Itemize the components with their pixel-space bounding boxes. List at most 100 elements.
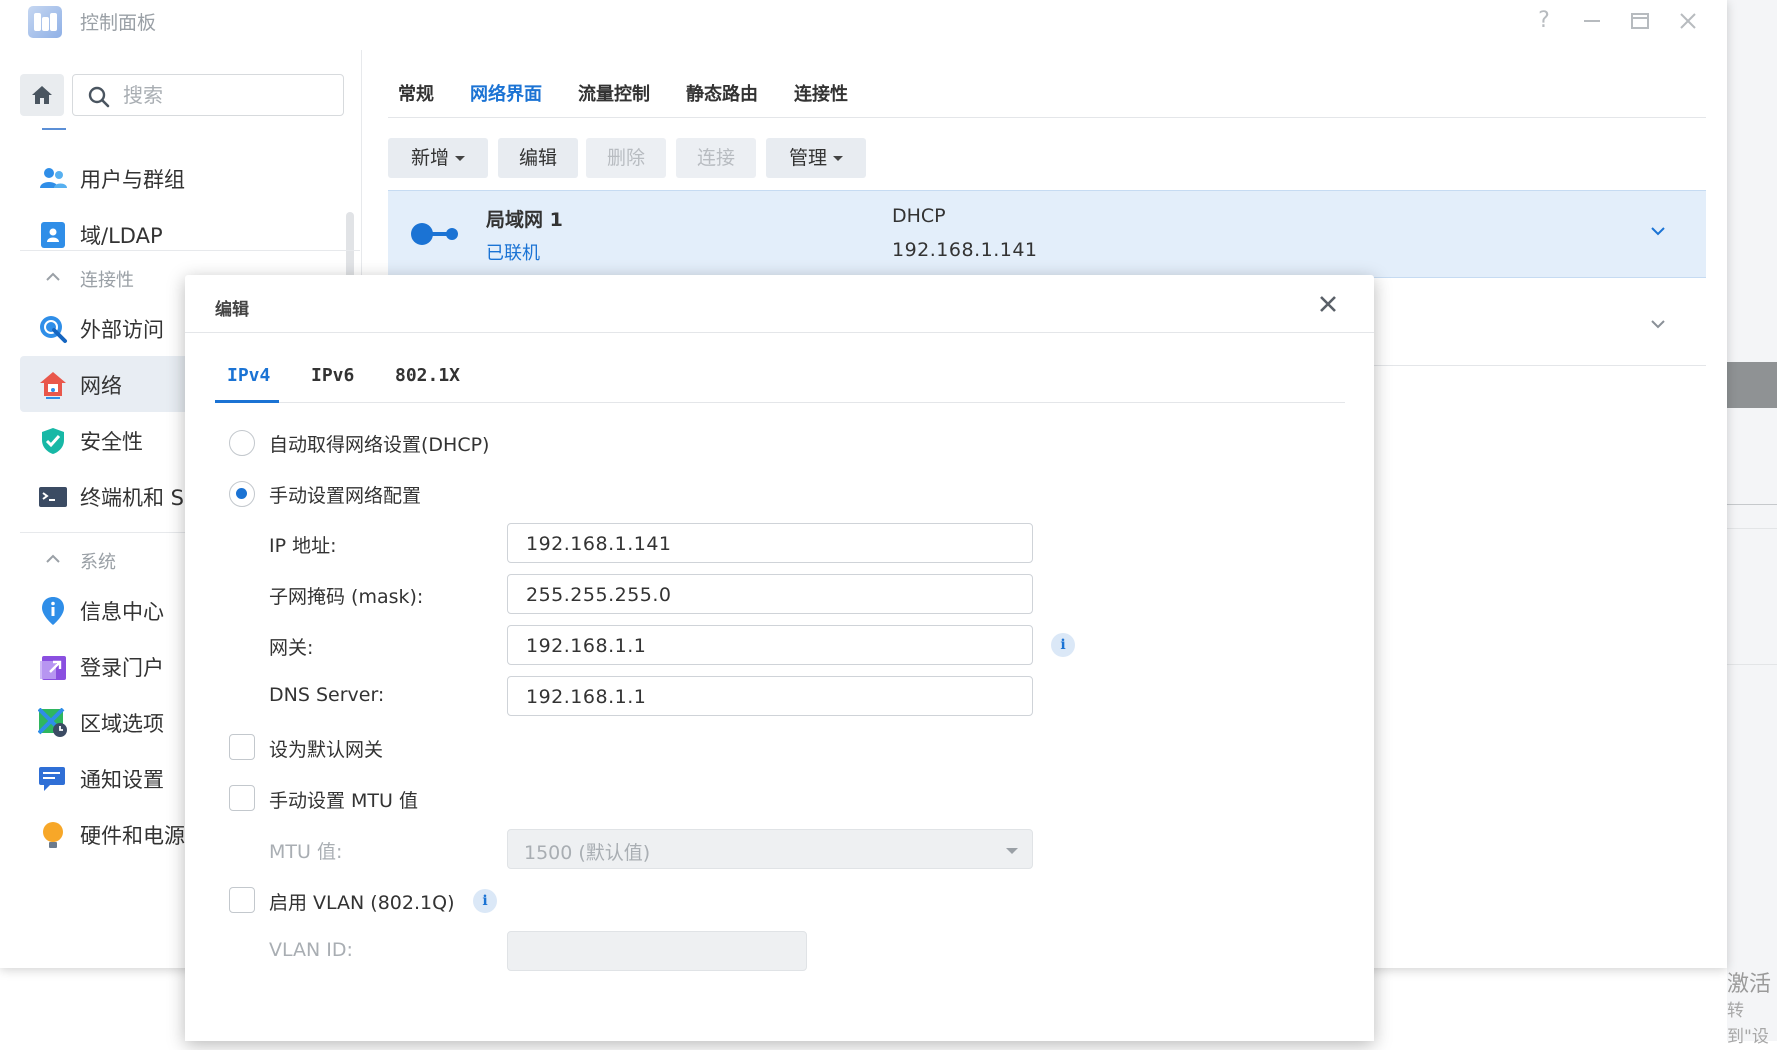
manual-mtu-label: 手动设置 MTU 值	[269, 790, 418, 812]
scroll-hint	[42, 128, 66, 130]
manage-button[interactable]: 管理	[766, 138, 866, 178]
control-panel-app-icon	[28, 6, 62, 38]
default-gateway-label: 设为默认网关	[269, 739, 384, 761]
add-button[interactable]: 新增	[388, 138, 488, 178]
dns-server-input[interactable]	[524, 683, 1014, 711]
dropdown-arrow-icon	[1006, 848, 1018, 854]
login-portal-icon	[40, 656, 66, 680]
tab-8021x[interactable]: 802.1X	[395, 365, 460, 386]
desktop-background	[1727, 0, 1777, 1041]
chevron-down-icon[interactable]	[1648, 221, 1668, 241]
manual-mtu-checkbox[interactable]	[229, 785, 255, 811]
subnet-mask-input[interactable]	[524, 581, 1014, 609]
watermark-line1: 激活	[1727, 972, 1772, 997]
vlan-label: 启用 VLAN (802.1Q)	[269, 892, 455, 914]
background-divider	[1727, 504, 1777, 505]
maximize-icon[interactable]	[1623, 6, 1657, 36]
subnet-mask-label: 子网掩码 (mask):	[269, 586, 424, 608]
manual-config-label: 手动设置网络配置	[269, 485, 422, 507]
info-pin-icon	[42, 597, 64, 625]
sidebar-divider	[20, 250, 360, 251]
home-button[interactable]	[20, 74, 64, 116]
ip-address-input[interactable]	[524, 530, 1014, 558]
background-divider	[1727, 528, 1777, 529]
sidebar-item-domain-ldap[interactable]: 域/LDAP	[20, 206, 361, 262]
mtu-select[interactable]: 1500 (默认值)	[507, 829, 1033, 869]
main-tabs: 常规 网络界面 流量控制 静态路由 连接性	[388, 72, 1706, 118]
sidebar-item-label: 登录门户	[80, 656, 164, 680]
tab-traffic-control[interactable]: 流量控制	[578, 80, 650, 106]
tab-static-route[interactable]: 静态路由	[686, 80, 758, 106]
mtu-selected-value: 1500 (默认值)	[524, 842, 651, 864]
tab-connectivity[interactable]: 连接性	[794, 80, 848, 106]
chevron-up-icon	[46, 554, 60, 563]
connect-button[interactable]: 连接	[676, 138, 756, 178]
minimize-icon[interactable]	[1575, 6, 1609, 36]
dns-server-field[interactable]	[507, 676, 1033, 716]
ip-address-field[interactable]	[507, 523, 1033, 563]
gateway-input[interactable]	[524, 632, 1014, 660]
sidebar-item-label: 硬件和电源	[80, 824, 185, 848]
dhcp-option-label: 自动取得网络设置(DHCP)	[269, 434, 490, 456]
dhcp-radio[interactable]	[229, 430, 255, 456]
dialog-tabs: IPv4 IPv6 802.1X	[215, 355, 1345, 403]
vlan-id-label: VLAN ID:	[269, 939, 353, 961]
chevron-up-icon	[46, 272, 60, 281]
terminal-icon	[39, 487, 67, 507]
sidebar-group-label: 系统	[80, 552, 116, 573]
caret-down-icon	[455, 156, 465, 161]
mtu-value-label: MTU 值:	[269, 841, 343, 863]
default-gateway-checkbox[interactable]	[229, 734, 255, 760]
sidebar-item-label: 安全性	[80, 430, 143, 454]
edit-dialog: 编辑 IPv4 IPv6 802.1X 自动取得网络设置(DHCP) 手动设置网…	[185, 275, 1374, 1041]
search-input[interactable]	[121, 81, 331, 109]
gateway-label: 网关:	[269, 637, 314, 659]
window-title: 控制面板	[80, 12, 157, 34]
vlan-checkbox[interactable]	[229, 887, 255, 913]
help-icon[interactable]: ?	[1527, 6, 1561, 36]
dns-server-label: DNS Server:	[269, 684, 385, 706]
directory-icon	[41, 222, 65, 248]
notification-icon	[39, 767, 65, 791]
ip-address-label: IP 地址:	[269, 535, 337, 557]
interface-row-lan1[interactable]: 局域网 1 已联机 DHCP 192.168.1.141	[388, 190, 1706, 278]
tab-network-interface[interactable]: 网络界面	[470, 80, 542, 106]
caret-down-icon	[833, 156, 843, 161]
chevron-down-icon[interactable]	[1648, 314, 1668, 334]
watermark-line2: 转到"设	[1727, 1001, 1769, 1047]
sidebar-item-label: 信息中心	[80, 600, 164, 624]
delete-button[interactable]: 删除	[586, 138, 666, 178]
tab-ipv6[interactable]: IPv6	[311, 365, 354, 386]
tab-ipv4[interactable]: IPv4	[227, 365, 270, 386]
close-icon[interactable]	[1315, 291, 1341, 317]
close-icon[interactable]	[1671, 6, 1705, 36]
subnet-mask-field[interactable]	[507, 574, 1033, 614]
tab-general[interactable]: 常规	[398, 80, 434, 106]
sidebar-item-label: 域/LDAP	[80, 224, 163, 248]
sidebar-item-label: 用户与群组	[80, 168, 185, 192]
network-home-icon	[40, 372, 66, 399]
users-icon	[40, 168, 67, 188]
sidebar-item-label: 区域选项	[80, 712, 164, 736]
sidebar-item-label: 通知设置	[80, 768, 164, 792]
manual-config-radio[interactable]	[229, 481, 255, 507]
vlan-id-field[interactable]	[507, 931, 807, 971]
sidebar-item-users-groups[interactable]: 用户与群组	[20, 150, 361, 206]
manage-button-label: 管理	[788, 147, 827, 169]
title-bar[interactable]: 控制面板 ?	[0, 0, 1727, 44]
gateway-field[interactable]	[507, 625, 1033, 665]
home-icon	[32, 86, 52, 104]
vlan-info-icon[interactable]: i	[473, 889, 497, 913]
interface-status: 已联机	[486, 243, 540, 264]
sidebar-group-label: 连接性	[80, 270, 134, 291]
interface-mode: DHCP	[892, 205, 946, 227]
sidebar-item-label: 网络	[80, 374, 122, 398]
active-tab-underline	[215, 400, 279, 403]
search-box[interactable]	[72, 74, 344, 116]
gateway-info-icon[interactable]: i	[1051, 633, 1075, 657]
activation-watermark: 激活 转到"设	[1727, 972, 1777, 1050]
regional-map-icon	[38, 708, 67, 737]
edit-button[interactable]: 编辑	[498, 138, 578, 178]
sidebar-item-label: 外部访问	[80, 318, 164, 342]
dialog-title: 编辑	[215, 300, 249, 320]
